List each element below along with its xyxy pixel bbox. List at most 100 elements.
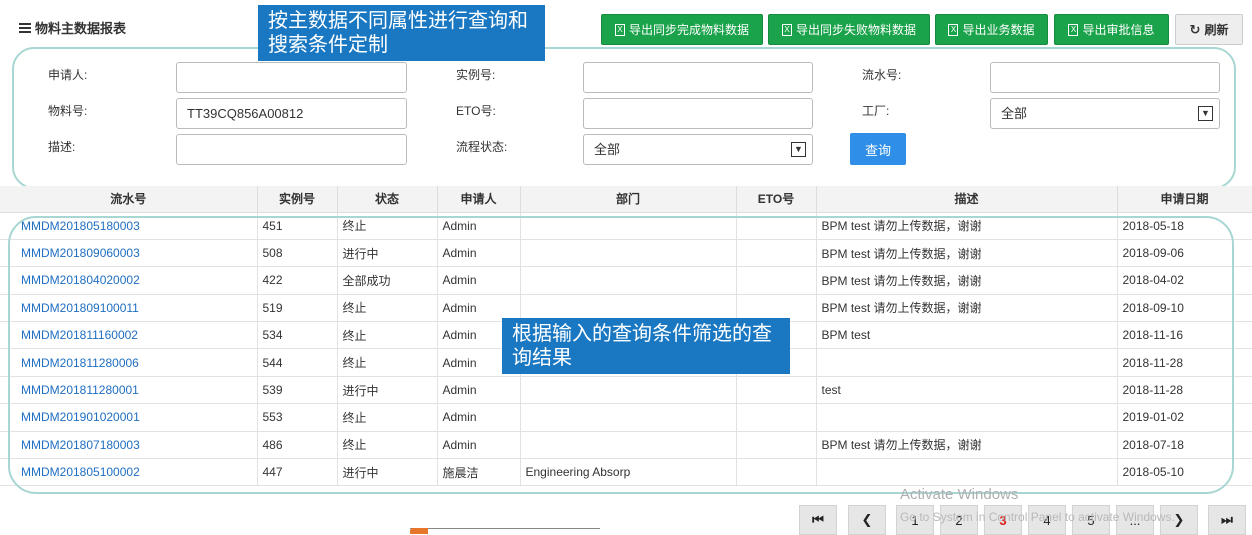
table-cell: Admin bbox=[437, 212, 521, 240]
applicant-input[interactable] bbox=[176, 62, 407, 93]
table-cell: 终止 bbox=[337, 321, 438, 350]
table-row: MMDM201807180003 486 终止 Admin BPM test 请… bbox=[0, 431, 1252, 460]
material-input[interactable]: TT39CQ856A00812 bbox=[176, 98, 407, 129]
export-approval-info-button[interactable]: X 导出审批信息 bbox=[1054, 14, 1169, 45]
prev-page-button[interactable]: ❮ bbox=[848, 505, 886, 535]
table-cell: BPM test 请勿上传数据，谢谢 bbox=[816, 212, 1118, 240]
excel-icon: X bbox=[948, 23, 959, 36]
factory-select[interactable]: 全部 ▼ bbox=[990, 98, 1220, 129]
table-cell: 2019-01-02 bbox=[1117, 403, 1252, 432]
export-synced-materials-button[interactable]: X 导出同步完成物料数据 bbox=[601, 14, 763, 45]
col-eto[interactable]: ETO号 bbox=[736, 186, 817, 213]
serial-link[interactable]: MMDM201901020001 bbox=[0, 403, 258, 432]
table-cell: 2018-04-02 bbox=[1117, 266, 1252, 295]
serial-link[interactable]: MMDM201811280001 bbox=[0, 376, 258, 405]
table-cell: 施晨洁 bbox=[437, 458, 521, 487]
first-page-icon: ⏮ bbox=[812, 512, 824, 527]
refresh-button[interactable]: ↻ 刷新 bbox=[1175, 14, 1243, 45]
table-cell: 终止 bbox=[337, 212, 438, 240]
table-cell bbox=[520, 403, 737, 432]
table-cell: Admin bbox=[437, 376, 521, 405]
table-cell bbox=[736, 239, 817, 268]
eto-input[interactable] bbox=[583, 98, 813, 129]
table-cell: 422 bbox=[257, 266, 338, 295]
serial-link[interactable]: MMDM201804020002 bbox=[0, 266, 258, 295]
serial-label: 流水号: bbox=[862, 68, 902, 82]
results-callout: 根据输入的查询条件筛选的查询结果 bbox=[502, 318, 790, 374]
table-cell bbox=[736, 266, 817, 295]
last-page-icon: ⏭ bbox=[1221, 512, 1233, 527]
windows-watermark: Activate Windows bbox=[900, 486, 1019, 503]
excel-icon: X bbox=[614, 23, 625, 36]
table-cell: 2018-09-06 bbox=[1117, 239, 1252, 268]
table-cell bbox=[520, 266, 737, 295]
eto-label: ETO号: bbox=[456, 104, 496, 118]
instance-label: 实例号: bbox=[456, 68, 496, 82]
export-failed-materials-button[interactable]: X 导出同步失败物料数据 bbox=[768, 14, 930, 45]
table-cell: 2018-07-18 bbox=[1117, 431, 1252, 460]
table-cell: BPM test 请勿上传数据，谢谢 bbox=[816, 294, 1118, 323]
page-title: 物料主数据报表 bbox=[19, 18, 126, 37]
search-callout: 按主数据不同属性进行查询和搜索条件定制 bbox=[258, 5, 545, 61]
col-instance[interactable]: 实例号 bbox=[257, 186, 338, 213]
table-cell: 2018-11-28 bbox=[1117, 376, 1252, 405]
serial-input[interactable] bbox=[990, 62, 1220, 93]
serial-link[interactable]: MMDM201807180003 bbox=[0, 431, 258, 460]
table-row: MMDM201804020002 422 全部成功 Admin BPM test… bbox=[0, 266, 1252, 295]
status-label: 流程状态: bbox=[456, 140, 508, 154]
table-cell: 进行中 bbox=[337, 239, 438, 268]
last-page-button[interactable]: ⏭ bbox=[1208, 505, 1246, 535]
table-cell: Admin bbox=[437, 431, 521, 460]
table-cell: 2018-11-28 bbox=[1117, 348, 1252, 377]
col-status[interactable]: 状态 bbox=[337, 186, 438, 213]
table-cell: 539 bbox=[257, 376, 338, 405]
table-cell bbox=[736, 376, 817, 405]
serial-link[interactable]: MMDM201811160002 bbox=[0, 321, 258, 350]
material-label: 物料号: bbox=[48, 104, 88, 118]
serial-link[interactable]: MMDM201809100011 bbox=[0, 294, 258, 323]
query-button[interactable]: 查询 bbox=[850, 133, 906, 165]
table-cell: 2018-05-18 bbox=[1117, 212, 1252, 240]
table-cell bbox=[520, 376, 737, 405]
excel-icon: X bbox=[1068, 23, 1079, 36]
table-cell: 终止 bbox=[337, 403, 438, 432]
desc-input[interactable] bbox=[176, 134, 407, 165]
table-cell: Admin bbox=[437, 266, 521, 295]
col-department[interactable]: 部门 bbox=[520, 186, 737, 213]
table-cell: test bbox=[816, 376, 1118, 405]
table-cell: 451 bbox=[257, 212, 338, 240]
page-title-text: 物料主数据报表 bbox=[35, 21, 127, 36]
table-cell: BPM test 请勿上传数据，谢谢 bbox=[816, 239, 1118, 268]
list-icon bbox=[19, 22, 31, 33]
next-page-icon: ❯ bbox=[1173, 512, 1185, 527]
serial-link[interactable]: MMDM201811280006 bbox=[0, 348, 258, 377]
factory-label: 工厂: bbox=[862, 104, 890, 118]
col-date[interactable]: 申请日期 bbox=[1117, 186, 1252, 213]
table-cell: Admin bbox=[437, 239, 521, 268]
col-serial[interactable]: 流水号 bbox=[0, 186, 258, 213]
serial-link[interactable]: MMDM201805100002 bbox=[0, 458, 258, 487]
table-cell: 508 bbox=[257, 239, 338, 268]
instance-input[interactable] bbox=[583, 62, 813, 93]
status-select[interactable]: 全部 ▼ bbox=[583, 134, 813, 165]
table-row: MMDM201805100002 447 进行中 施晨洁 Engineering… bbox=[0, 458, 1252, 487]
serial-link[interactable]: MMDM201809060003 bbox=[0, 239, 258, 268]
table-cell bbox=[816, 458, 1118, 487]
bottom-scrollbar[interactable] bbox=[410, 528, 600, 535]
table-cell: 2018-09-10 bbox=[1117, 294, 1252, 323]
col-description[interactable]: 描述 bbox=[816, 186, 1118, 213]
col-applicant[interactable]: 申请人 bbox=[437, 186, 521, 213]
table-cell bbox=[736, 403, 817, 432]
table-cell: 终止 bbox=[337, 348, 438, 377]
first-page-button[interactable]: ⏮ bbox=[799, 505, 837, 535]
serial-link[interactable]: MMDM201805180003 bbox=[0, 212, 258, 240]
table-cell bbox=[816, 403, 1118, 432]
table-row: MMDM201809060003 508 进行中 Admin BPM test … bbox=[0, 239, 1252, 268]
table-cell: 终止 bbox=[337, 431, 438, 460]
table-cell bbox=[736, 458, 817, 487]
table-cell bbox=[736, 431, 817, 460]
export-business-data-button[interactable]: X 导出业务数据 bbox=[935, 14, 1048, 45]
table-cell: 519 bbox=[257, 294, 338, 323]
table-cell: 进行中 bbox=[337, 376, 438, 405]
table-header-row: 流水号 实例号 状态 申请人 部门 ETO号 描述 申请日期 bbox=[0, 186, 1252, 213]
